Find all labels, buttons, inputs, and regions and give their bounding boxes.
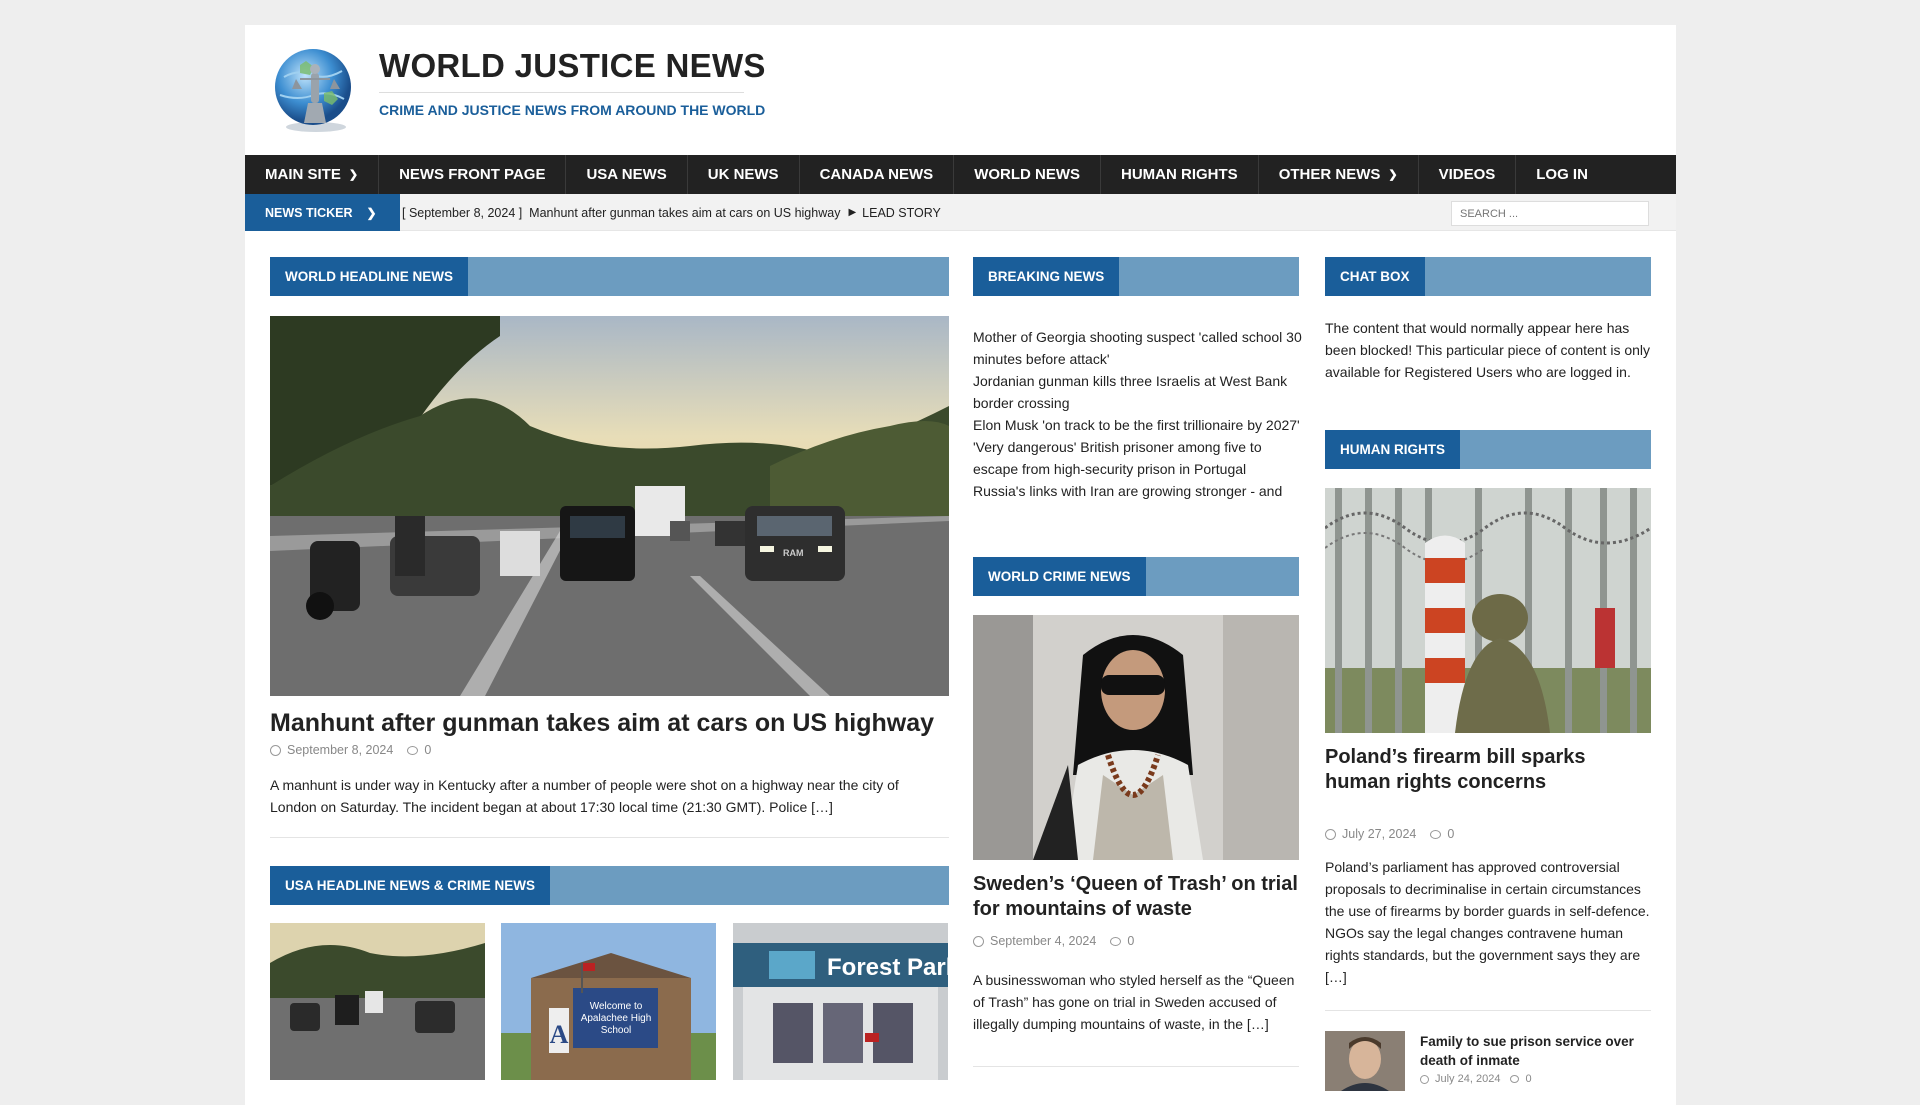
station-sign-text: Forest Park [827,954,948,981]
school-letter: A [550,1020,569,1049]
nav-label: HUMAN RIGHTS [1121,166,1238,183]
search-input[interactable] [1451,201,1649,226]
section-label[interactable]: CHAT BOX [1325,257,1425,296]
article-meta: July 27, 2024 0 [1325,827,1454,841]
small-article-date[interactable]: July 24, 2024 [1435,1073,1500,1085]
nav-other-news[interactable]: OTHER NEWS ❯ [1259,155,1419,194]
school-sign-thumb[interactable]: A Welcome to Apalachee High School [501,923,716,1080]
article-meta: September 4, 2024 0 [973,934,1134,948]
nav-log-in[interactable]: LOG IN [1516,155,1608,194]
chevron-right-icon: ❯ [366,205,377,220]
small-article-title[interactable]: Family to sue prison service over death … [1420,1032,1640,1070]
school-sign-text: Welcome to Apalachee High School [580,1001,652,1036]
section-label[interactable]: HUMAN RIGHTS [1325,430,1460,469]
queen-of-trash-photo[interactable] [973,615,1299,860]
nav-label: USA NEWS [586,166,667,183]
highway-photo[interactable]: RAM [270,316,949,696]
nav-label: OTHER NEWS [1278,166,1381,183]
clock-icon [973,935,984,947]
nav-human-rights[interactable]: HUMAN RIGHTS [1101,155,1259,194]
section-header-world-headline: WORLD HEADLINE NEWS [270,257,949,296]
article-excerpt: Poland’s parliament has approved controv… [1325,859,1650,985]
breaking-news-item[interactable]: Elon Musk 'on track to be the first tril… [973,414,1303,436]
article-title[interactable]: Sweden’s ‘Queen of Trash’ on trial for m… [973,872,1303,922]
nav-label: NEWS FRONT PAGE [399,166,546,183]
comment-icon [1510,1075,1520,1083]
title-divider [379,92,744,93]
nav-videos[interactable]: VIDEOS [1419,155,1517,194]
article-title[interactable]: Poland’s firearm bill sparks human right… [1325,745,1653,795]
nav-uk-news[interactable]: UK NEWS [688,155,800,194]
highway-thumb[interactable] [270,923,485,1080]
section-label[interactable]: WORLD CRIME NEWS [973,557,1146,596]
comment-count[interactable]: 0 [424,743,431,757]
breaking-news-item[interactable]: 'Very dangerous' British prisoner among … [973,436,1303,480]
article-date[interactable]: September 8, 2024 [287,743,393,757]
section-header-world-crime: WORLD CRIME NEWS [973,557,1299,596]
chevron-down-icon: ❯ [1388,169,1398,181]
site-title[interactable]: WORLD JUSTICE NEWS [379,47,766,85]
nav-label: UK NEWS [707,166,779,183]
nav-canada-news[interactable]: CANADA NEWS [800,155,955,194]
article-date[interactable]: July 27, 2024 [1342,827,1416,841]
comment-icon [1430,829,1442,839]
nav-main-site[interactable]: MAIN SITE ❯ [245,155,380,194]
clock-icon [270,744,281,756]
small-article-meta: July 24, 2024 0 [1420,1073,1532,1085]
article-excerpt: A businesswoman who styled herself as th… [973,972,1295,1032]
nav-label: VIDEOS [1438,166,1496,183]
nav-label: WORLD NEWS [974,166,1081,183]
breaking-news-item[interactable]: Mother of Georgia shooting suspect 'call… [973,326,1303,370]
clock-icon [1325,828,1336,840]
caret-right-icon: ▶ [848,207,857,218]
nav-news-front-page[interactable]: NEWS FRONT PAGE [379,155,567,194]
section-header-usa-headline: USA HEADLINE NEWS & CRIME NEWS [270,866,949,905]
ticker-label: NEWS TICKER ❯ [245,194,400,231]
divider [973,1066,1299,1067]
nav-label: MAIN SITE [265,166,341,183]
comment-icon [407,745,419,755]
ticker-date: [ September 8, 2024 ] [402,205,523,220]
section-label[interactable]: WORLD HEADLINE NEWS [270,257,468,296]
comment-count[interactable]: 0 [1127,934,1134,948]
section-header-chat-box: CHAT BOX [1325,257,1651,296]
site-tagline: CRIME AND JUSTICE NEWS FROM AROUND THE W… [379,102,766,118]
chat-box-notice: The content that would normally appear h… [1325,320,1651,380]
article-date[interactable]: September 4, 2024 [990,934,1096,948]
section-header-human-rights: HUMAN RIGHTS [1325,430,1651,469]
train-station-thumb[interactable]: Forest Park [733,923,948,1080]
comment-icon [1110,936,1122,946]
breaking-news-item[interactable]: Russia's links with Iran are growing str… [973,480,1303,502]
section-label[interactable]: BREAKING NEWS [973,257,1120,296]
ticker-category[interactable]: LEAD STORY [862,206,941,220]
comment-count[interactable]: 0 [1447,827,1454,841]
chevron-down-icon: ❯ [348,169,359,181]
globe-logo-icon[interactable] [270,43,362,135]
truck-badge: RAM [783,548,804,558]
article-meta: September 8, 2024 0 [270,743,431,757]
section-header-breaking-news: BREAKING NEWS [973,257,1299,296]
breaking-news-item[interactable]: Jordanian gunman kills three Israelis at… [973,370,1303,414]
breaking-news-list: Mother of Georgia shooting suspect 'call… [973,326,1303,524]
nav-label: LOG IN [1536,166,1588,183]
divider [270,837,949,838]
article-title[interactable]: Manhunt after gunman takes aim at cars o… [270,708,949,739]
ticker-label-text: NEWS TICKER [265,205,353,220]
section-label[interactable]: USA HEADLINE NEWS & CRIME NEWS [270,866,551,905]
ticker-headline[interactable]: Manhunt after gunman takes aim at cars o… [529,206,840,220]
small-comment-count[interactable]: 0 [1525,1073,1531,1085]
page-wrapper: WORLD JUSTICE NEWS CRIME AND JUSTICE NEW… [245,25,1676,1105]
nav-world-news[interactable]: WORLD NEWS [954,155,1102,194]
inmate-thumb[interactable] [1325,1031,1405,1091]
clock-icon [1420,1074,1429,1084]
divider [1325,1010,1651,1011]
nav-usa-news[interactable]: USA NEWS [566,155,688,194]
ticker-item[interactable]: [ September 8, 2024 ] Manhunt after gunm… [402,194,941,231]
article-excerpt: A manhunt is under way in Kentucky after… [270,777,899,815]
main-navigation: MAIN SITE ❯ NEWS FRONT PAGE USA NEWS UK N… [245,155,1676,194]
border-fence-photo[interactable] [1325,488,1651,733]
nav-label: CANADA NEWS [819,166,934,183]
